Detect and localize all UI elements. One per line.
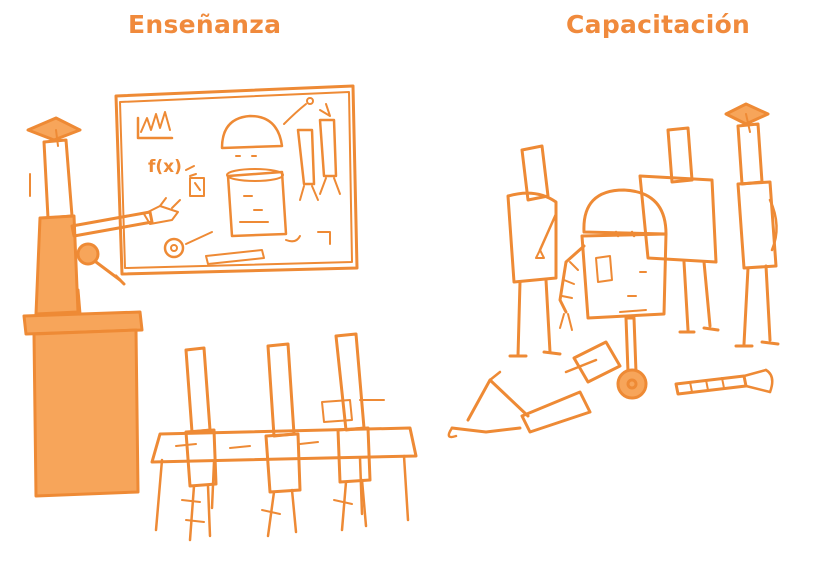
whiteboard: f(x) <box>114 84 359 276</box>
detached-arm <box>674 368 774 396</box>
workshop-scene <box>447 102 780 439</box>
worker-right <box>724 102 780 348</box>
worker-lying <box>447 340 622 439</box>
board-formula: f(x) <box>148 157 182 177</box>
podium <box>22 288 144 498</box>
classroom-scene: f(x) <box>22 84 418 542</box>
worker-left <box>506 144 562 358</box>
teacher <box>26 116 154 316</box>
illustration: f(x) <box>22 84 780 542</box>
worker-middle <box>638 126 720 334</box>
